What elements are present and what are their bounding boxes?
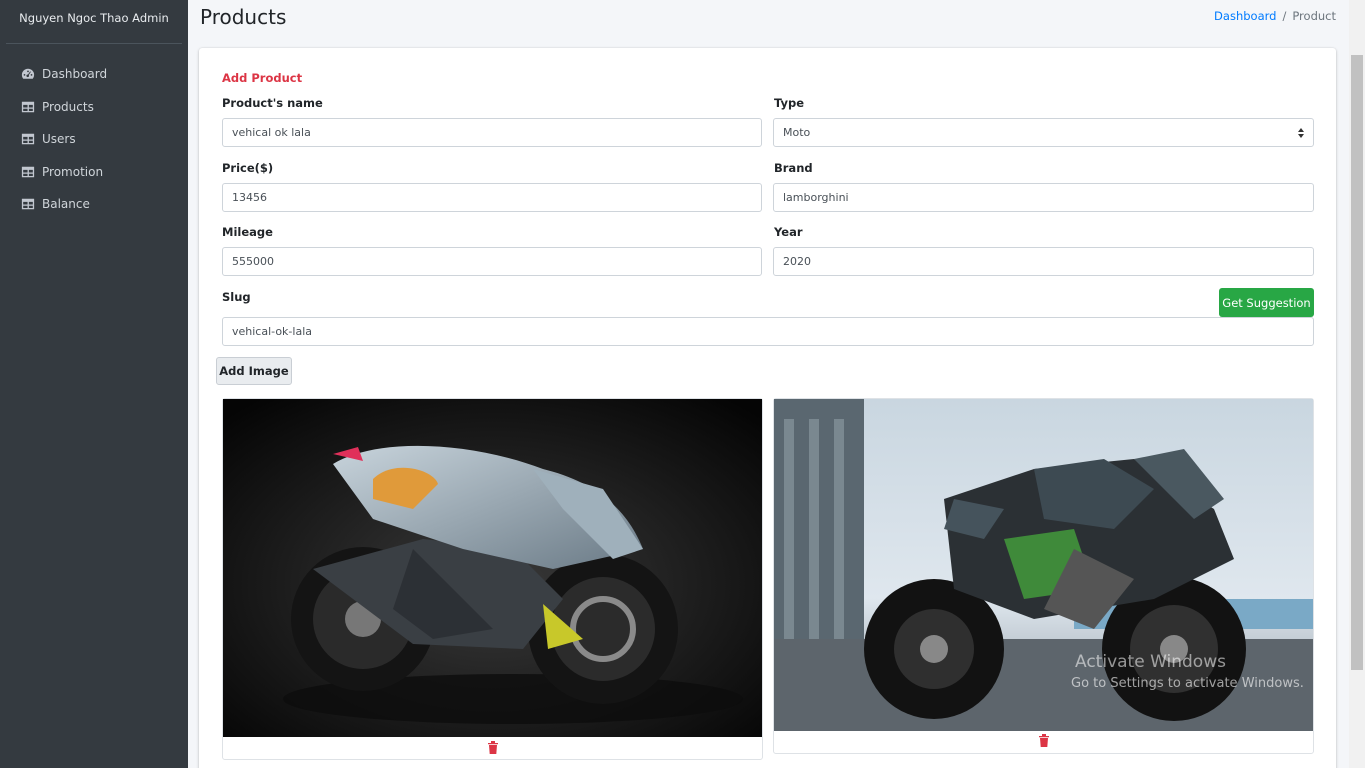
table-icon bbox=[21, 165, 35, 179]
sidebar-item-products[interactable]: Products bbox=[0, 91, 188, 124]
sidebar-item-label: Dashboard bbox=[42, 67, 108, 82]
sidebar-item-dashboard[interactable]: Dashboard bbox=[0, 58, 188, 91]
year-value: 2020 bbox=[783, 255, 811, 268]
brand-input[interactable]: lamborghini bbox=[773, 183, 1314, 212]
table-icon bbox=[21, 197, 35, 211]
brand-title[interactable]: Nguyen Ngoc Thao Admin bbox=[6, 0, 182, 44]
get-suggestion-button[interactable]: Get Suggestion bbox=[1219, 288, 1314, 317]
type-select[interactable]: Moto bbox=[773, 118, 1314, 147]
price-label: Price($) bbox=[222, 161, 274, 175]
type-label: Type bbox=[774, 96, 805, 110]
mileage-value: 555000 bbox=[232, 255, 274, 268]
vertical-scrollbar[interactable] bbox=[1349, 0, 1365, 768]
slug-input[interactable]: vehical-ok-lala bbox=[222, 317, 1314, 346]
price-value: 13456 bbox=[232, 191, 267, 204]
dashboard-icon bbox=[21, 67, 35, 81]
sidebar-nav: Dashboard Products Users Promotion Balan… bbox=[0, 58, 188, 221]
table-icon bbox=[21, 132, 35, 146]
sidebar-item-label: Products bbox=[42, 99, 94, 114]
image-card-1 bbox=[222, 398, 763, 760]
scrollbar-thumb[interactable] bbox=[1351, 55, 1363, 670]
delete-image-2-button[interactable] bbox=[1038, 734, 1050, 747]
select-caret-icon bbox=[1298, 128, 1304, 138]
breadcrumb: Dashboard / Product bbox=[1214, 9, 1336, 23]
brand-value: lamborghini bbox=[783, 191, 849, 204]
add-product-card: Add Product Product's name vehical ok la… bbox=[199, 48, 1336, 768]
product-name-input[interactable]: vehical ok lala bbox=[222, 118, 762, 147]
type-selected-value: Moto bbox=[783, 126, 811, 139]
add-image-button[interactable]: Add Image bbox=[216, 357, 292, 385]
sidebar: Nguyen Ngoc Thao Admin Dashboard Product… bbox=[0, 0, 188, 768]
sidebar-item-balance[interactable]: Balance bbox=[0, 188, 188, 221]
product-name-label: Product's name bbox=[222, 96, 323, 110]
sidebar-item-label: Users bbox=[42, 132, 76, 147]
mileage-input[interactable]: 555000 bbox=[222, 247, 762, 276]
breadcrumb-current: Product bbox=[1292, 9, 1336, 23]
breadcrumb-separator: / bbox=[1282, 9, 1287, 23]
breadcrumb-dashboard-link[interactable]: Dashboard bbox=[1214, 9, 1276, 23]
slug-label: Slug bbox=[222, 290, 251, 304]
year-label: Year bbox=[774, 225, 803, 239]
sidebar-item-promotion[interactable]: Promotion bbox=[0, 156, 188, 189]
trash-icon bbox=[488, 741, 498, 754]
page-title: Products bbox=[200, 5, 287, 29]
sidebar-item-label: Balance bbox=[42, 197, 90, 212]
trash-icon bbox=[1039, 734, 1049, 747]
brand-label: Brand bbox=[774, 161, 813, 175]
delete-image-1-button[interactable] bbox=[487, 741, 499, 754]
image-card-2 bbox=[773, 398, 1314, 754]
table-icon bbox=[21, 100, 35, 114]
sidebar-item-label: Promotion bbox=[42, 164, 104, 179]
price-input[interactable]: 13456 bbox=[222, 183, 762, 212]
card-title: Add Product bbox=[222, 71, 303, 85]
sidebar-item-users[interactable]: Users bbox=[0, 123, 188, 156]
product-name-value: vehical ok lala bbox=[232, 126, 311, 139]
product-image-1 bbox=[223, 399, 762, 737]
slug-value: vehical-ok-lala bbox=[232, 325, 312, 338]
activation-watermark-title: Activate Windows bbox=[1075, 652, 1226, 672]
mileage-label: Mileage bbox=[222, 225, 273, 239]
year-input[interactable]: 2020 bbox=[773, 247, 1314, 276]
activation-watermark-subtitle: Go to Settings to activate Windows. bbox=[1071, 676, 1304, 691]
